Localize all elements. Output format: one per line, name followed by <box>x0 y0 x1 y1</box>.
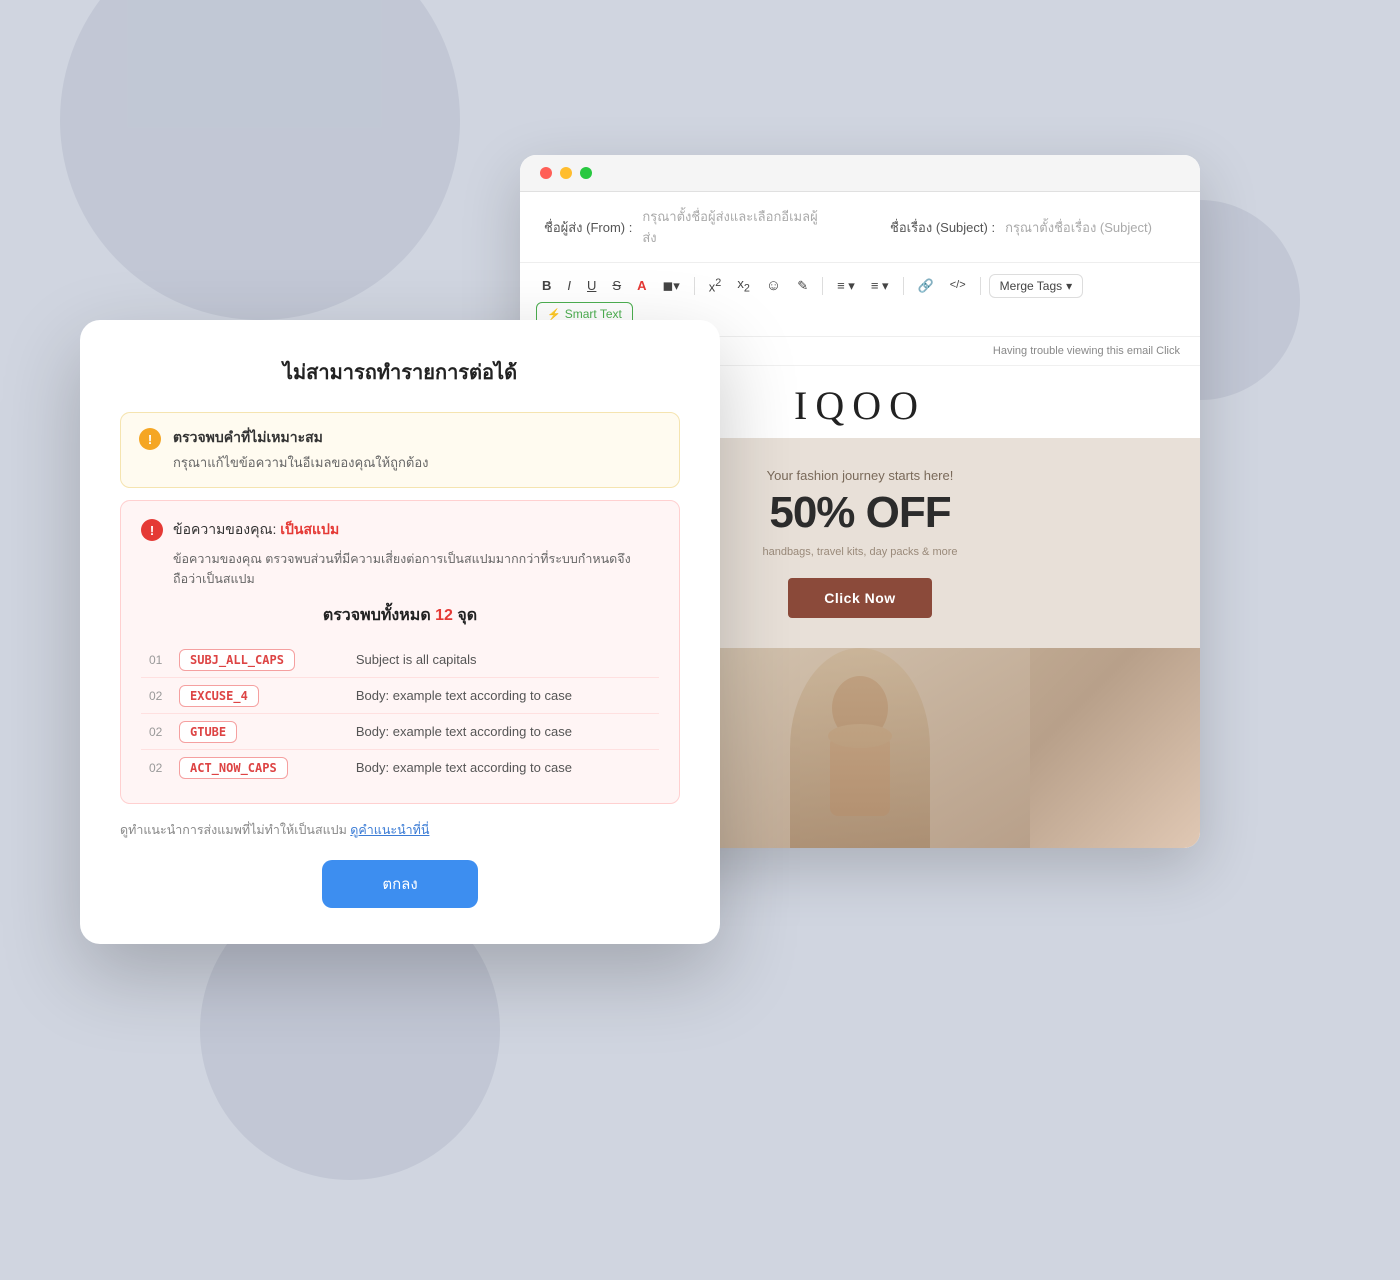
email-cta-button[interactable]: Click Now <box>788 578 931 618</box>
row-desc: Body: example text according to case <box>348 714 659 750</box>
merge-tags-chevron: ▾ <box>1066 279 1072 293</box>
error-title: ข้อความของคุณ: เป็นสแปม <box>173 519 339 541</box>
spam-table: 01 SUBJ_ALL_CAPS Subject is all capitals… <box>141 642 659 785</box>
bold-button[interactable]: B <box>536 275 557 296</box>
trouble-text: Having trouble viewing this email Click <box>993 345 1180 357</box>
subject-label: ชื่อเรื่อง (Subject) : <box>890 217 995 238</box>
row-num: 01 <box>141 642 171 678</box>
subject-value: กรุณาตั้งชื่อเรื่อง (Subject) <box>1005 217 1152 238</box>
strikethrough-button[interactable]: S <box>606 275 627 296</box>
row-desc: Body: example text according to case <box>348 678 659 714</box>
modal-footer-text: ดูทำแนะนำการส่งแมพที่ไม่ทำให้เป็นสแปม ดู… <box>120 820 680 840</box>
error-desc: ข้อความของคุณ ตรวจพบส่วนที่มีความเสี่ยงต… <box>141 549 659 589</box>
error-modal: ไม่สามารถทำรายการต่อได้ ! ตรวจพบคำที่ไม่… <box>80 320 720 944</box>
footer-pre: ดูทำแนะนำการส่งแมพที่ไม่ทำให้เป็นสแปม <box>120 823 350 837</box>
merge-tags-button[interactable]: Merge Tags ▾ <box>989 274 1084 298</box>
from-value: กรุณาตั้งชื่อผู้ส่งและเลือกอีเมลผู้ส่ง <box>642 206 830 248</box>
code-button[interactable]: </> <box>944 276 972 295</box>
row-tag: ACT_NOW_CAPS <box>171 750 348 786</box>
error-card-header: ! ข้อความของคุณ: เป็นสแปม <box>141 519 659 541</box>
link-button[interactable]: 🔗 <box>912 275 940 296</box>
ordered-list-button[interactable]: ≡ ▾ <box>865 275 895 296</box>
confirm-button[interactable]: ตกลง <box>322 860 477 908</box>
row-num: 02 <box>141 750 171 786</box>
editor-from-row: ชื่อผู้ส่ง (From) : กรุณาตั้งชื่อผู้ส่งแ… <box>520 192 1200 263</box>
window-maximize-dot <box>580 167 592 179</box>
table-row: 02 ACT_NOW_CAPS Body: example text accor… <box>141 750 659 786</box>
subscript-button[interactable]: x2 <box>731 273 756 298</box>
window-minimize-dot <box>560 167 572 179</box>
merge-tags-label: Merge Tags <box>1000 279 1062 293</box>
warning-desc: กรุณาแก้ไขข้อความในอีเมลของคุณให้ถูกต้อง <box>173 452 429 473</box>
pen-button[interactable]: ✎ <box>791 275 814 296</box>
emoji-button[interactable]: ☺ <box>760 274 787 297</box>
window-close-dot <box>540 167 552 179</box>
bullet-list-button[interactable]: ≡ ▾ <box>831 275 861 296</box>
error-title-pre: ข้อความของคุณ: <box>173 521 280 537</box>
warning-content: ตรวจพบคำที่ไม่เหมาะสม กรุณาแก้ไขข้อความใ… <box>173 427 429 473</box>
italic-button[interactable]: I <box>561 275 577 296</box>
summary-post: จุด <box>453 607 477 624</box>
toolbar-divider-1 <box>694 277 695 295</box>
warning-icon: ! <box>139 428 161 450</box>
error-card: ! ข้อความของคุณ: เป็นสแปม ข้อความของคุณ … <box>120 500 680 804</box>
error-icon: ! <box>141 519 163 541</box>
toolbar-divider-2 <box>822 277 823 295</box>
toolbar-divider-3 <box>903 277 904 295</box>
row-tag: EXCUSE_4 <box>171 678 348 714</box>
modal-title: ไม่สามารถทำรายการต่อได้ <box>120 356 680 388</box>
editor-window-header <box>520 155 1200 192</box>
highlight-button[interactable]: ◼▾ <box>656 275 685 296</box>
table-row: 02 GTUBE Body: example text according to… <box>141 714 659 750</box>
error-summary: ตรวจพบทั้งหมด 12 จุด <box>141 603 659 628</box>
underline-button[interactable]: U <box>581 275 602 296</box>
row-desc: Subject is all capitals <box>348 642 659 678</box>
smart-text-icon: ⚡ <box>547 308 561 321</box>
spam-count: 12 <box>435 607 453 624</box>
summary-pre: ตรวจพบทั้งหมด <box>323 607 435 624</box>
row-tag: GTUBE <box>171 714 348 750</box>
warning-card: ! ตรวจพบคำที่ไม่เหมาะสม กรุณาแก้ไขข้อควา… <box>120 412 680 488</box>
row-tag: SUBJ_ALL_CAPS <box>171 642 348 678</box>
table-row: 02 EXCUSE_4 Body: example text according… <box>141 678 659 714</box>
superscript-button[interactable]: x2 <box>703 274 728 297</box>
spam-badge: เป็นสแปม <box>280 521 339 537</box>
table-row: 01 SUBJ_ALL_CAPS Subject is all capitals <box>141 642 659 678</box>
font-color-button[interactable]: A <box>631 275 652 296</box>
from-label: ชื่อผู้ส่ง (From) : <box>544 217 632 238</box>
row-num: 02 <box>141 714 171 750</box>
row-desc: Body: example text according to case <box>348 750 659 786</box>
row-num: 02 <box>141 678 171 714</box>
bg-decoration-1 <box>60 0 460 320</box>
footer-link[interactable]: ดูคำแนะนำที่นี่ <box>350 823 429 837</box>
toolbar-divider-4 <box>980 277 981 295</box>
warning-title: ตรวจพบคำที่ไม่เหมาะสม <box>173 427 429 449</box>
